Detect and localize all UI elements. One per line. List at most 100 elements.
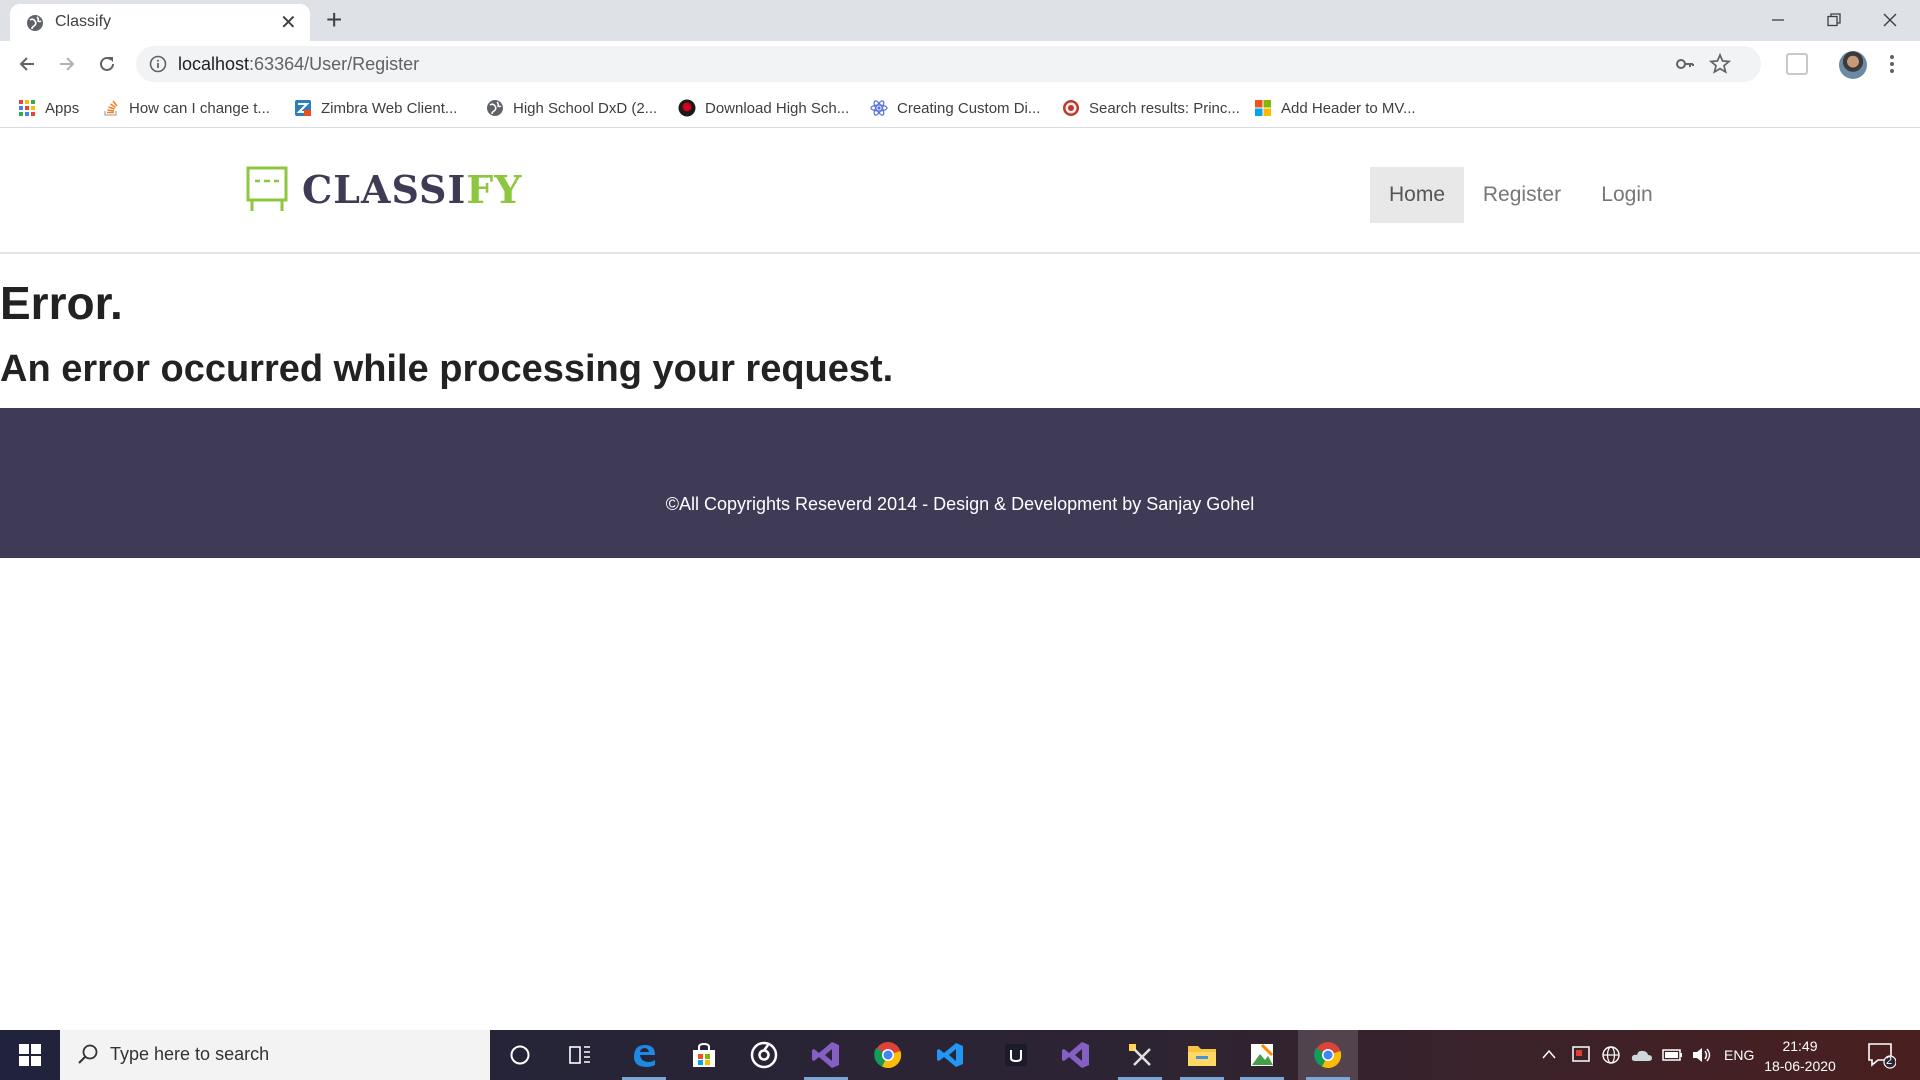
microsoft-icon bbox=[1255, 100, 1271, 116]
battery-icon[interactable] bbox=[1660, 1044, 1684, 1066]
taskbar-chrome[interactable] bbox=[858, 1030, 918, 1080]
close-tab-icon[interactable]: ✕ bbox=[280, 13, 297, 33]
store-bag-icon bbox=[693, 1042, 715, 1067]
groove-music-icon bbox=[750, 1041, 778, 1069]
taskbar-vscode[interactable] bbox=[920, 1030, 980, 1080]
minimize-button[interactable] bbox=[1750, 4, 1806, 36]
bookmark-download[interactable]: Download High Sch... bbox=[678, 96, 849, 120]
bookmark-label: Search results: Princ... bbox=[1089, 99, 1240, 117]
nav-login-label: Login bbox=[1601, 183, 1653, 206]
taskbar-groove[interactable] bbox=[734, 1030, 794, 1080]
nav-register-label: Register bbox=[1482, 183, 1562, 206]
error-title: Error. bbox=[0, 277, 123, 329]
network-globe-icon[interactable] bbox=[1600, 1044, 1622, 1066]
chevron-up-icon[interactable] bbox=[1541, 1048, 1557, 1060]
taskbar-visual-studio-2[interactable] bbox=[1046, 1030, 1106, 1080]
unity-app-icon bbox=[1005, 1044, 1027, 1066]
onedrive-cloud-icon[interactable] bbox=[1630, 1044, 1654, 1066]
profile-avatar[interactable] bbox=[1839, 51, 1867, 79]
bookmark-apps[interactable]: Apps bbox=[18, 96, 79, 120]
bookmark-search-results[interactable]: Search results: Princ... bbox=[1062, 96, 1240, 120]
back-button[interactable] bbox=[12, 49, 42, 79]
notification-count: 2 bbox=[1886, 1055, 1893, 1067]
taskbar-file-explorer[interactable] bbox=[1172, 1030, 1232, 1080]
blackboard-logo-icon bbox=[246, 166, 288, 211]
nav-login[interactable]: Login bbox=[1588, 167, 1666, 223]
language-indicator[interactable]: ENG bbox=[1724, 1030, 1754, 1080]
cortana-button[interactable] bbox=[490, 1030, 550, 1080]
search-placeholder: Type here to search bbox=[110, 1044, 270, 1064]
reload-button[interactable] bbox=[92, 49, 122, 79]
cortana-icon bbox=[510, 1045, 530, 1065]
taskbar-search-box[interactable]: Type here to search bbox=[60, 1030, 490, 1080]
chrome-icon bbox=[1314, 1042, 1342, 1069]
visual-studio-icon bbox=[1062, 1042, 1089, 1068]
taskbar-unity[interactable] bbox=[986, 1030, 1046, 1080]
nav-home-label: Home bbox=[1388, 183, 1446, 206]
folder-icon bbox=[1188, 1046, 1216, 1066]
taskbar-clock[interactable]: 21:49 18-06-2020 bbox=[1760, 1036, 1840, 1076]
zimbra-icon bbox=[295, 100, 311, 116]
browser-tab-strip: Classify ✕ + bbox=[0, 0, 1920, 41]
error-message: An error occurred while processing your … bbox=[0, 348, 894, 390]
nav-register[interactable]: Register bbox=[1470, 167, 1574, 223]
close-icon bbox=[1883, 13, 1897, 27]
security-tray-icon[interactable] bbox=[1570, 1044, 1592, 1066]
bookmark-label: Zimbra Web Client... bbox=[321, 99, 458, 117]
clock-date: 18-06-2020 bbox=[1764, 1058, 1836, 1074]
menu-dots-icon[interactable] bbox=[1884, 50, 1900, 78]
react-icon bbox=[870, 100, 888, 116]
stackoverflow-icon bbox=[104, 100, 118, 116]
browser-tab[interactable]: Classify ✕ bbox=[10, 4, 310, 41]
clock-time: 21:49 bbox=[1782, 1038, 1818, 1054]
extension-icon[interactable] bbox=[1786, 53, 1808, 75]
back-arrow-icon bbox=[19, 57, 34, 71]
copyright-text: ©All Copyrights Reseverd 2014 - Design &… bbox=[665, 494, 1255, 514]
target-icon bbox=[1063, 100, 1079, 116]
site-footer: ©All Copyrights Reseverd 2014 - Design &… bbox=[0, 408, 1920, 558]
taskbar-chrome-active[interactable] bbox=[1298, 1030, 1358, 1080]
language-text: ENG bbox=[1724, 1047, 1755, 1063]
bookmark-star-icon[interactable] bbox=[1709, 53, 1731, 75]
bookmark-add-header[interactable]: Add Header to MV... bbox=[1254, 96, 1416, 120]
close-window-button[interactable] bbox=[1862, 4, 1918, 36]
bookmark-creating-custom[interactable]: Creating Custom Di... bbox=[870, 96, 1040, 120]
key-icon[interactable] bbox=[1675, 54, 1695, 74]
info-icon[interactable] bbox=[149, 55, 167, 73]
restore-button[interactable] bbox=[1806, 4, 1862, 36]
bookmarks-bar: Apps How can I change t... Zimbra Web Cl… bbox=[0, 88, 1920, 128]
url-text: localhost:63364/User/Register bbox=[178, 54, 420, 74]
start-button[interactable] bbox=[0, 1030, 60, 1080]
bookmark-label: Add Header to MV... bbox=[1281, 99, 1416, 117]
taskbar-edge[interactable] bbox=[614, 1030, 674, 1080]
taskbar-image-viewer[interactable] bbox=[1232, 1030, 1292, 1080]
taskbar-visual-studio-1[interactable] bbox=[796, 1030, 856, 1080]
tools-icon bbox=[1129, 1044, 1151, 1066]
nav-home[interactable]: Home bbox=[1370, 167, 1464, 223]
taskbar-store[interactable] bbox=[674, 1030, 734, 1080]
address-bar[interactable]: localhost:63364/User/Register bbox=[136, 46, 1761, 82]
restore-icon bbox=[1827, 13, 1841, 27]
globe-icon bbox=[487, 100, 503, 116]
action-center-button[interactable]: 2 bbox=[1866, 1040, 1897, 1070]
apps-grid-icon bbox=[19, 100, 35, 116]
taskbar-tools[interactable] bbox=[1110, 1030, 1170, 1080]
bookmark-stackoverflow[interactable]: How can I change t... bbox=[102, 96, 270, 120]
windows-logo-icon bbox=[19, 1044, 41, 1066]
search-icon bbox=[78, 1044, 98, 1064]
edge-icon bbox=[634, 1045, 655, 1067]
bookmark-label: Apps bbox=[45, 99, 80, 117]
vscode-icon bbox=[937, 1043, 963, 1067]
bookmark-zimbra[interactable]: Zimbra Web Client... bbox=[294, 96, 457, 120]
site-logo[interactable]: CLASSIFY bbox=[302, 167, 522, 212]
site-header: CLASSIFY Home Register Login bbox=[0, 129, 1920, 254]
globe-icon bbox=[27, 15, 43, 31]
forward-button[interactable] bbox=[52, 49, 82, 79]
windows-taskbar: Type here to search ENG 21:49 18-06-2020… bbox=[0, 1030, 1920, 1080]
bookmark-highschool[interactable]: High School DxD (2... bbox=[486, 96, 657, 120]
bookmark-label: Creating Custom Di... bbox=[897, 99, 1041, 117]
task-view-button[interactable] bbox=[550, 1030, 610, 1080]
volume-icon[interactable] bbox=[1690, 1044, 1714, 1066]
tab-title: Classify bbox=[55, 13, 112, 30]
new-tab-button[interactable]: + bbox=[326, 6, 342, 34]
